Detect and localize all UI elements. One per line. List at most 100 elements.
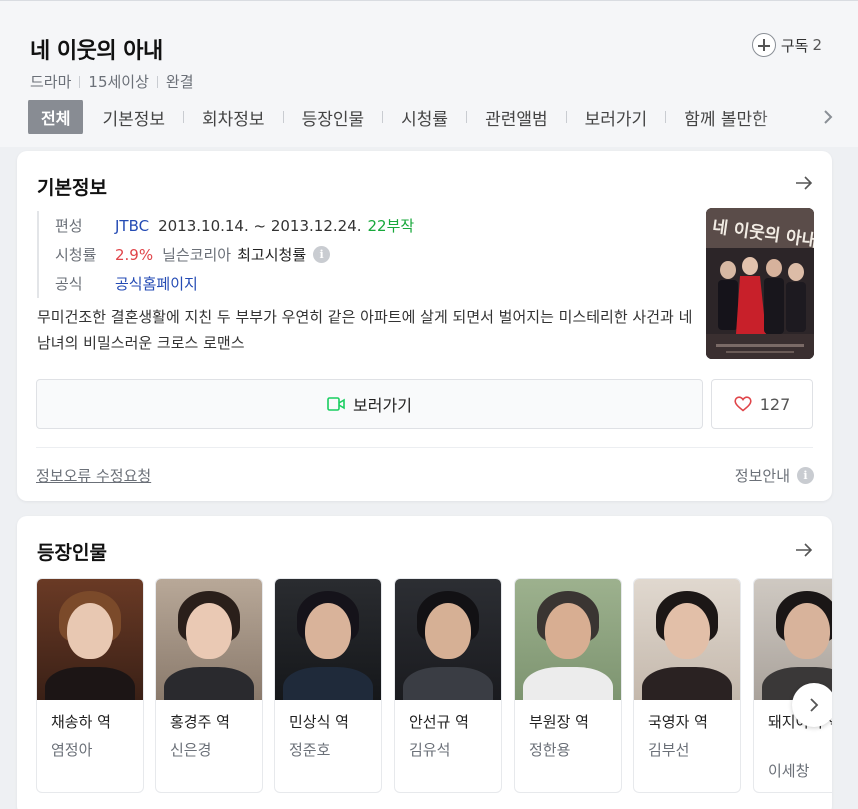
rating-label: 시청률: [55, 246, 97, 264]
plus-icon: [751, 33, 776, 57]
channel-link[interactable]: JTBC: [115, 217, 149, 235]
info-list: 편성 JTBC 2013.10.14. ~ 2013.12.24. 22부작 시…: [37, 211, 414, 298]
divider: [282, 111, 284, 123]
cast-title: 등장인물: [37, 542, 107, 564]
divider: [156, 75, 158, 88]
broadcast-label: 편성: [55, 217, 83, 235]
cast-role: 민상식 역: [289, 713, 349, 731]
info-guide-label: 정보안내: [734, 467, 790, 485]
meta-genre: 드라마: [30, 73, 72, 91]
tab-ratings[interactable]: 시청률: [401, 105, 448, 130]
info-icon: i: [797, 467, 814, 484]
official-homepage-link[interactable]: 공식홈페이지: [115, 273, 198, 294]
cast-actor: 염정아: [51, 741, 93, 759]
watch-button-label: 보러가기: [353, 396, 412, 415]
divider: [92, 111, 93, 123]
divider: [183, 111, 185, 123]
basic-info-card: 기본정보 편성 JTBC 2013.10.14. ~ 2013.12.24. 2…: [17, 151, 832, 501]
cast-photo: [515, 579, 621, 700]
tab-cast[interactable]: 등장인물: [302, 105, 365, 130]
cast-photo-face: [67, 603, 113, 659]
carousel-next-button[interactable]: [792, 683, 832, 727]
divider: [565, 111, 567, 123]
subscribe-button[interactable]: 구독 2: [751, 33, 822, 57]
cast-photo-body: [45, 667, 135, 700]
cast-photo: [395, 579, 501, 700]
cast-item[interactable]: 홍경주 역 신은경: [155, 578, 263, 793]
tab-albums[interactable]: 관련앨범: [485, 105, 548, 130]
subscribe-count: 2: [812, 36, 822, 54]
divider: [79, 75, 81, 88]
report-error-link[interactable]: 정보오류 수정요청: [36, 465, 151, 486]
heart-icon: [734, 396, 752, 412]
watch-button[interactable]: 보러가기: [36, 379, 703, 429]
cast-photo-body: [164, 667, 254, 700]
cast-actor: 김유석: [409, 741, 451, 759]
cast-photo-face: [664, 603, 710, 659]
divider: [36, 447, 813, 448]
meta-age-rating: 15세이상: [88, 73, 149, 91]
cast-photo-body: [523, 667, 613, 700]
basic-info-title: 기본정보: [37, 177, 107, 199]
episode-count-link[interactable]: 22부작: [368, 215, 415, 236]
cast-role: 부원장 역: [529, 713, 589, 731]
cast-role: 안선규 역: [409, 713, 469, 731]
divider: [466, 111, 468, 123]
tab-watch[interactable]: 보러가기: [585, 105, 648, 130]
cast-item[interactable]: 안선규 역 김유석: [394, 578, 502, 793]
tab-bar: 전체 기본정보 회차정보 등장인물 시청률 관련앨범 보러가기 함께 볼만한: [28, 100, 828, 134]
cast-photo: [275, 579, 381, 700]
tab-basic-info[interactable]: 기본정보: [102, 105, 165, 130]
poster-image[interactable]: 네 이웃의 아내: [706, 208, 814, 359]
cast-item[interactable]: 채송하 역 염정아: [36, 578, 144, 793]
meta-status: 완결: [165, 73, 194, 91]
divider: [665, 111, 667, 123]
cast-item[interactable]: 국영자 역 김부선: [633, 578, 741, 793]
rating-row: 시청률 2.9% 닐슨코리아 최고시청률 i: [55, 240, 414, 269]
program-meta: 드라마 15세이상 완결: [30, 71, 194, 92]
official-row: 공식 공식홈페이지: [55, 269, 414, 298]
rating-source: 닐슨코리아: [162, 246, 232, 264]
tab-all[interactable]: 전체: [28, 100, 84, 134]
program-description: 무미건조한 결혼생활에 지친 두 부부가 우연히 같은 아파트에 살게 되면서 …: [37, 308, 693, 352]
cast-item[interactable]: 부원장 역 정한용: [514, 578, 622, 793]
cast-photo: [156, 579, 262, 700]
cast-photo-face: [186, 603, 232, 659]
cast-photo-body: [403, 667, 493, 700]
cast-photo: [754, 579, 832, 700]
cast-photo-face: [305, 603, 351, 659]
cast-role: 국영자 역: [648, 713, 708, 731]
arrow-right-icon[interactable]: [794, 540, 814, 560]
program-title[interactable]: 네 이웃의 아내: [30, 33, 163, 65]
cast-actor: 정준호: [289, 741, 331, 759]
program-header: 네 이웃의 아내 구독 2 드라마 15세이상 완결 전체 기본정보 회차정보 …: [0, 1, 858, 147]
rating-type: 최고시청률: [237, 246, 307, 264]
video-icon: [327, 397, 345, 411]
cast-photo: [634, 579, 740, 700]
cast-actor: 김부선: [648, 741, 690, 759]
rating-value: 2.9%: [115, 245, 154, 264]
cast-photo-body: [642, 667, 732, 700]
cast-item[interactable]: 민상식 역 정준호: [274, 578, 382, 793]
cast-photo: [37, 579, 143, 700]
info-guide-button[interactable]: 정보안내 i: [735, 465, 814, 486]
subscribe-label: 구독: [780, 36, 809, 55]
broadcast-row: 편성 JTBC 2013.10.14. ~ 2013.12.24. 22부작: [55, 211, 414, 240]
official-label: 공식: [55, 275, 83, 293]
cast-list: 채송하 역 염정아 홍경주 역 신은경 민상식 역 정준호 안선규 역 김유석 …: [36, 578, 832, 808]
chevron-right-icon[interactable]: [820, 109, 836, 125]
cast-role: 채송하 역: [51, 713, 111, 731]
cast-actor: 신은경: [170, 741, 212, 759]
cast-actor: 이세창: [768, 762, 810, 780]
tab-episodes[interactable]: 회차정보: [202, 105, 265, 130]
arrow-right-icon[interactable]: [794, 173, 814, 193]
cast-role: 홍경주 역: [170, 713, 230, 731]
like-count: 127: [759, 394, 791, 414]
chevron-right-icon: [810, 698, 819, 712]
info-icon[interactable]: i: [313, 246, 331, 263]
cast-photo-face: [545, 603, 591, 659]
cast-photo-face: [425, 603, 471, 659]
cast-card: 등장인물 채송하 역 염정아 홍경주 역 신은경 민상식 역 정준호 안선규 역…: [17, 516, 832, 809]
cast-photo-body: [283, 667, 373, 700]
like-button[interactable]: 127: [711, 379, 813, 429]
